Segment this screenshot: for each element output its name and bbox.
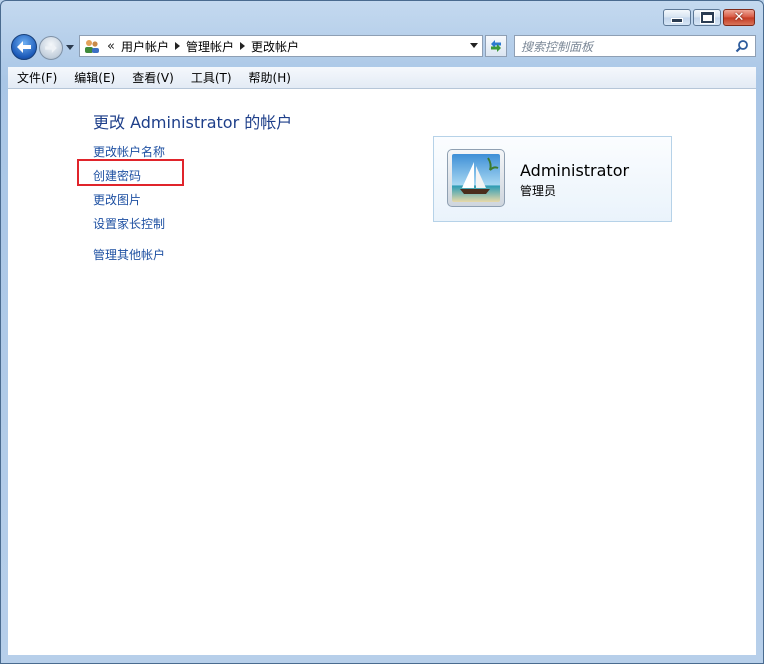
parental-controls-link[interactable]: 设置家长控制 [93,215,165,232]
account-role: 管理员 [520,184,557,198]
avatar [447,149,505,207]
account-card: Administrator 管理员 [433,136,672,222]
back-button[interactable] [11,34,37,60]
breadcrumb-separator-icon[interactable] [240,42,245,50]
menu-tools[interactable]: 工具(T) [182,69,240,86]
change-picture-link[interactable]: 更改图片 [93,191,141,208]
change-account-name-link[interactable]: 更改帐户名称 [93,143,165,160]
breadcrumb-overflow[interactable]: « [107,39,115,54]
search-icon[interactable] [735,39,749,56]
search-input[interactable] [519,38,733,56]
control-panel-window: ✕ « 用户帐户 管理帐户 更改帐户 搜索控制面板 文件(F) 编辑(E) 查看… [0,0,764,664]
close-icon: ✕ [733,10,745,25]
search-box[interactable] [514,35,756,57]
menu-file[interactable]: 文件(F) [8,69,65,86]
menu-bar: 文件(F) 编辑(E) 查看(V) 工具(T) 帮助(H) [8,67,756,89]
breadcrumb-manage-accounts[interactable]: 管理帐户 [186,38,234,55]
minimize-button[interactable] [663,9,691,26]
arrow-right-icon [45,43,57,53]
manage-other-accounts-link[interactable]: 管理其他帐户 [93,246,165,263]
menu-edit[interactable]: 编辑(E) [65,69,123,86]
highlight-box [77,159,184,186]
close-button[interactable]: ✕ [723,9,755,26]
content-pane: 更改 Administrator 的帐户 更改帐户名称 创建密码 更改图片 设置… [8,89,756,655]
arrow-left-icon [17,41,31,53]
breadcrumb-change-account[interactable]: 更改帐户 [251,38,299,55]
refresh-button[interactable] [485,35,507,57]
breadcrumb-user-accounts[interactable]: 用户帐户 [121,38,169,55]
forward-button[interactable] [39,36,63,60]
maximize-button[interactable] [693,9,721,26]
page-title: 更改 Administrator 的帐户 [93,113,293,132]
refresh-icon [491,40,501,52]
account-name: Administrator [520,161,630,180]
minimize-icon [671,18,683,23]
address-bar[interactable]: « 用户帐户 管理帐户 更改帐户 [79,35,483,57]
navigation-bar: « 用户帐户 管理帐户 更改帐户 [9,31,756,63]
recent-pages-dropdown[interactable] [66,45,74,50]
address-dropdown-icon[interactable] [470,43,478,48]
user-accounts-icon [83,38,101,54]
menu-view[interactable]: 查看(V) [123,69,182,86]
menu-help[interactable]: 帮助(H) [240,69,299,86]
maximize-icon [699,11,715,24]
breadcrumb-separator-icon[interactable] [174,42,180,50]
caption-buttons: ✕ [661,9,755,26]
sailboat-picture-icon [452,154,500,202]
